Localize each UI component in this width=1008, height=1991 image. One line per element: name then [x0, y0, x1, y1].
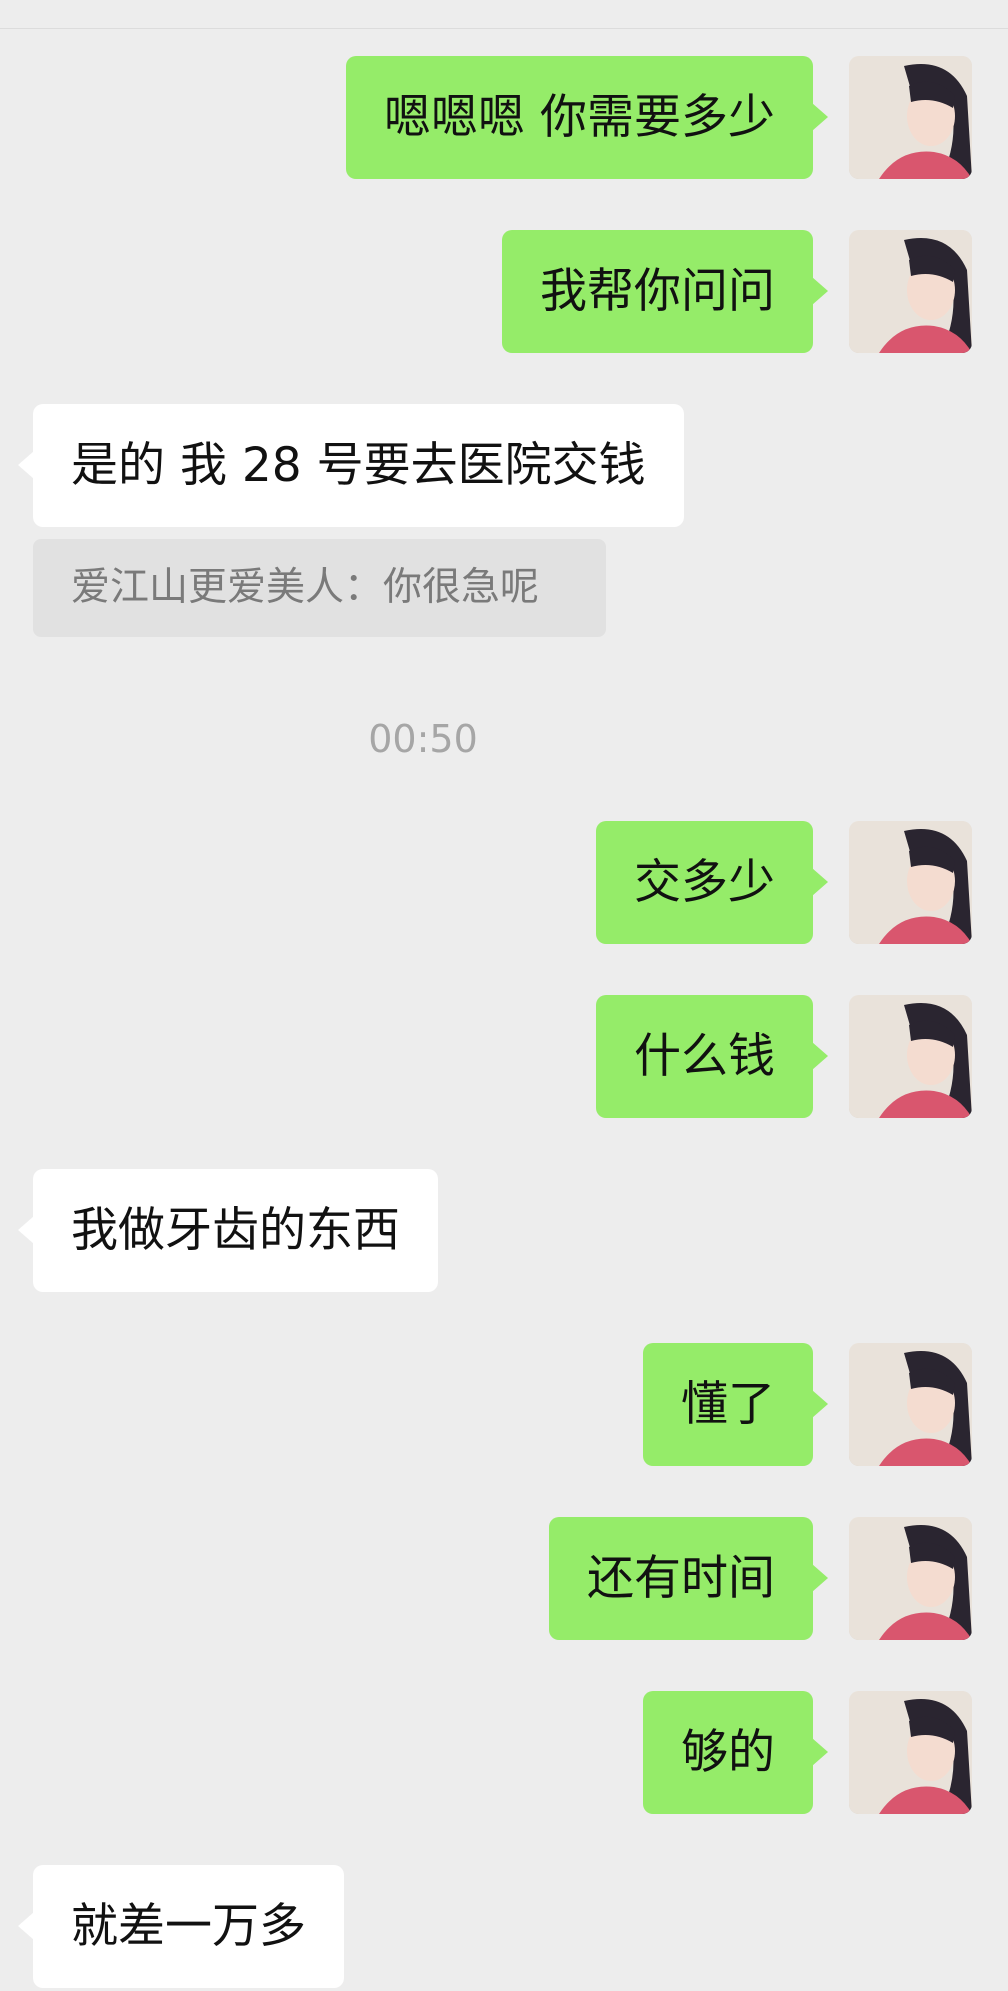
avatar-icon[interactable] [849, 1517, 972, 1640]
message-bubble-sent[interactable]: 嗯嗯嗯 你需要多少 [346, 56, 828, 179]
message-row: 什么钱 [0, 995, 1008, 1118]
top-divider [0, 0, 1008, 29]
message-row: 就差一万多 [0, 1865, 1008, 1988]
avatar-icon[interactable] [849, 56, 972, 179]
avatar-icon[interactable] [849, 1691, 972, 1814]
message-bubble-sent[interactable]: 够的 [643, 1691, 828, 1814]
message-bubble-received[interactable]: 我做牙齿的东西 [18, 1169, 438, 1292]
message-row: 交多少 [0, 821, 1008, 944]
message-row: 还有时间 [0, 1517, 1008, 1640]
message-bubble-received[interactable]: 就差一万多 [18, 1865, 344, 1988]
message-bubble-sent[interactable]: 什么钱 [596, 995, 828, 1118]
avatar-icon[interactable] [849, 1343, 972, 1466]
message-row: 懂了 [0, 1343, 1008, 1466]
message-bubble-sent[interactable]: 交多少 [596, 821, 828, 944]
message-bubble-sent[interactable]: 我帮你问问 [502, 230, 828, 353]
message-row: 我帮你问问 [0, 230, 1008, 353]
message-bubble-sent[interactable]: 懂了 [643, 1343, 828, 1466]
avatar-icon[interactable] [849, 821, 972, 944]
message-row: 嗯嗯嗯 你需要多少 [0, 56, 1008, 179]
quoted-reply[interactable]: 爱江山更爱美人：你很急呢 [33, 539, 606, 637]
message-bubble-sent[interactable]: 还有时间 [549, 1517, 828, 1640]
message-row: 是的 我 28 号要去医院交钱 [0, 404, 1008, 527]
timestamp: 00:50 [368, 717, 478, 761]
avatar-icon[interactable] [849, 230, 972, 353]
message-bubble-received[interactable]: 是的 我 28 号要去医院交钱 [18, 404, 684, 527]
avatar-icon[interactable] [849, 995, 972, 1118]
message-row: 我做牙齿的东西 [0, 1169, 1008, 1292]
message-row: 够的 [0, 1691, 1008, 1814]
